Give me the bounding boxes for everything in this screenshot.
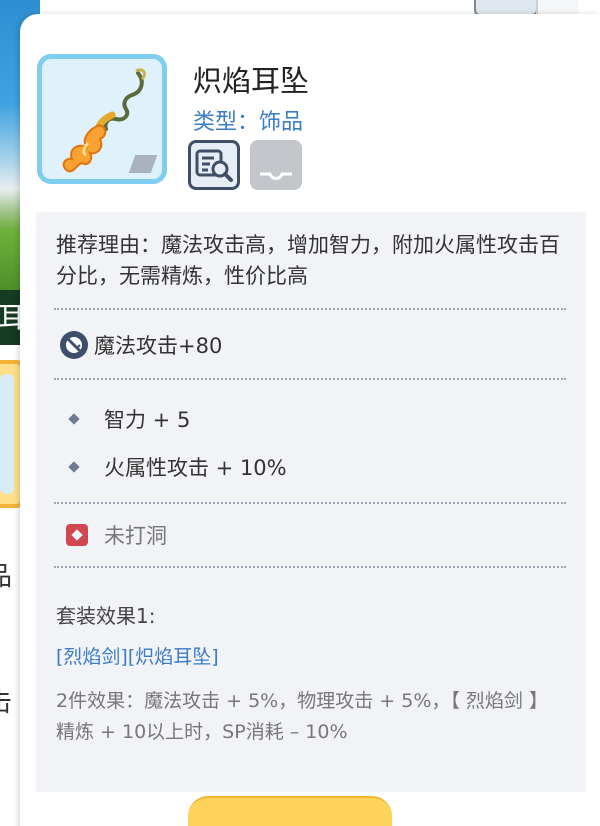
socket-row: 未打洞 [66,520,167,550]
bonus-stat-row: 火属性攻击 + 10% [66,452,287,482]
set-effect-text: 2件效果：魔法攻击 + 5%，物理攻击 + 5%，【 烈焰剑 】精炼 + 10以… [56,690,548,743]
bullet-diamond-icon [68,413,80,425]
bottom-action-button[interactable] [188,796,392,826]
divider [54,378,566,380]
bonus-stat-text: 火属性攻击 + 10% [104,456,287,480]
background-top-divider [536,0,578,14]
socket-icon [66,524,88,546]
item-detail-section: 推荐理由：魔法攻击高，增加智力，附加火属性攻击百分比，无需精炼，性价比高 魔法攻… [36,212,586,792]
divider [54,502,566,504]
set-items-link[interactable]: [烈焰剑][炽焰耳坠] [56,642,219,669]
bonus-stat-row: 智力 + 5 [66,404,190,434]
base-stat-row: 魔法攻击+80 [60,330,222,360]
recommend-reason: 推荐理由：魔法攻击高，增加智力，附加火属性攻击百分比，无需精炼，性价比高 [56,233,560,288]
background-text-fragment: 品 [0,556,14,593]
background-label-tab: 耳 [0,290,22,345]
flame-earring-icon [37,54,167,184]
divider [54,308,566,310]
background-text-fragment: 击 [0,682,14,719]
set-bonus-title: 套装效果1: [56,604,156,628]
card-slot-button[interactable] [250,140,302,190]
socket-text: 未打洞 [104,524,167,548]
divider [54,566,566,568]
bonus-stat-text: 智力 + 5 [104,408,191,432]
card-slot-icon [260,172,292,180]
base-stat-text: 魔法攻击+80 [94,334,223,358]
magic-attack-icon [60,331,88,359]
inspect-magnifier-icon [195,149,233,182]
inspect-button[interactable] [188,140,240,190]
item-tooltip-panel: 炽焰耳坠 类型：饰品 推荐理由：魔法攻击高，增加智力，附加火属性攻击百分比，无需… [20,14,600,826]
item-name: 炽焰耳坠 [193,64,310,98]
item-type: 类型：饰品 [193,110,304,135]
bullet-diamond-icon [68,461,80,473]
